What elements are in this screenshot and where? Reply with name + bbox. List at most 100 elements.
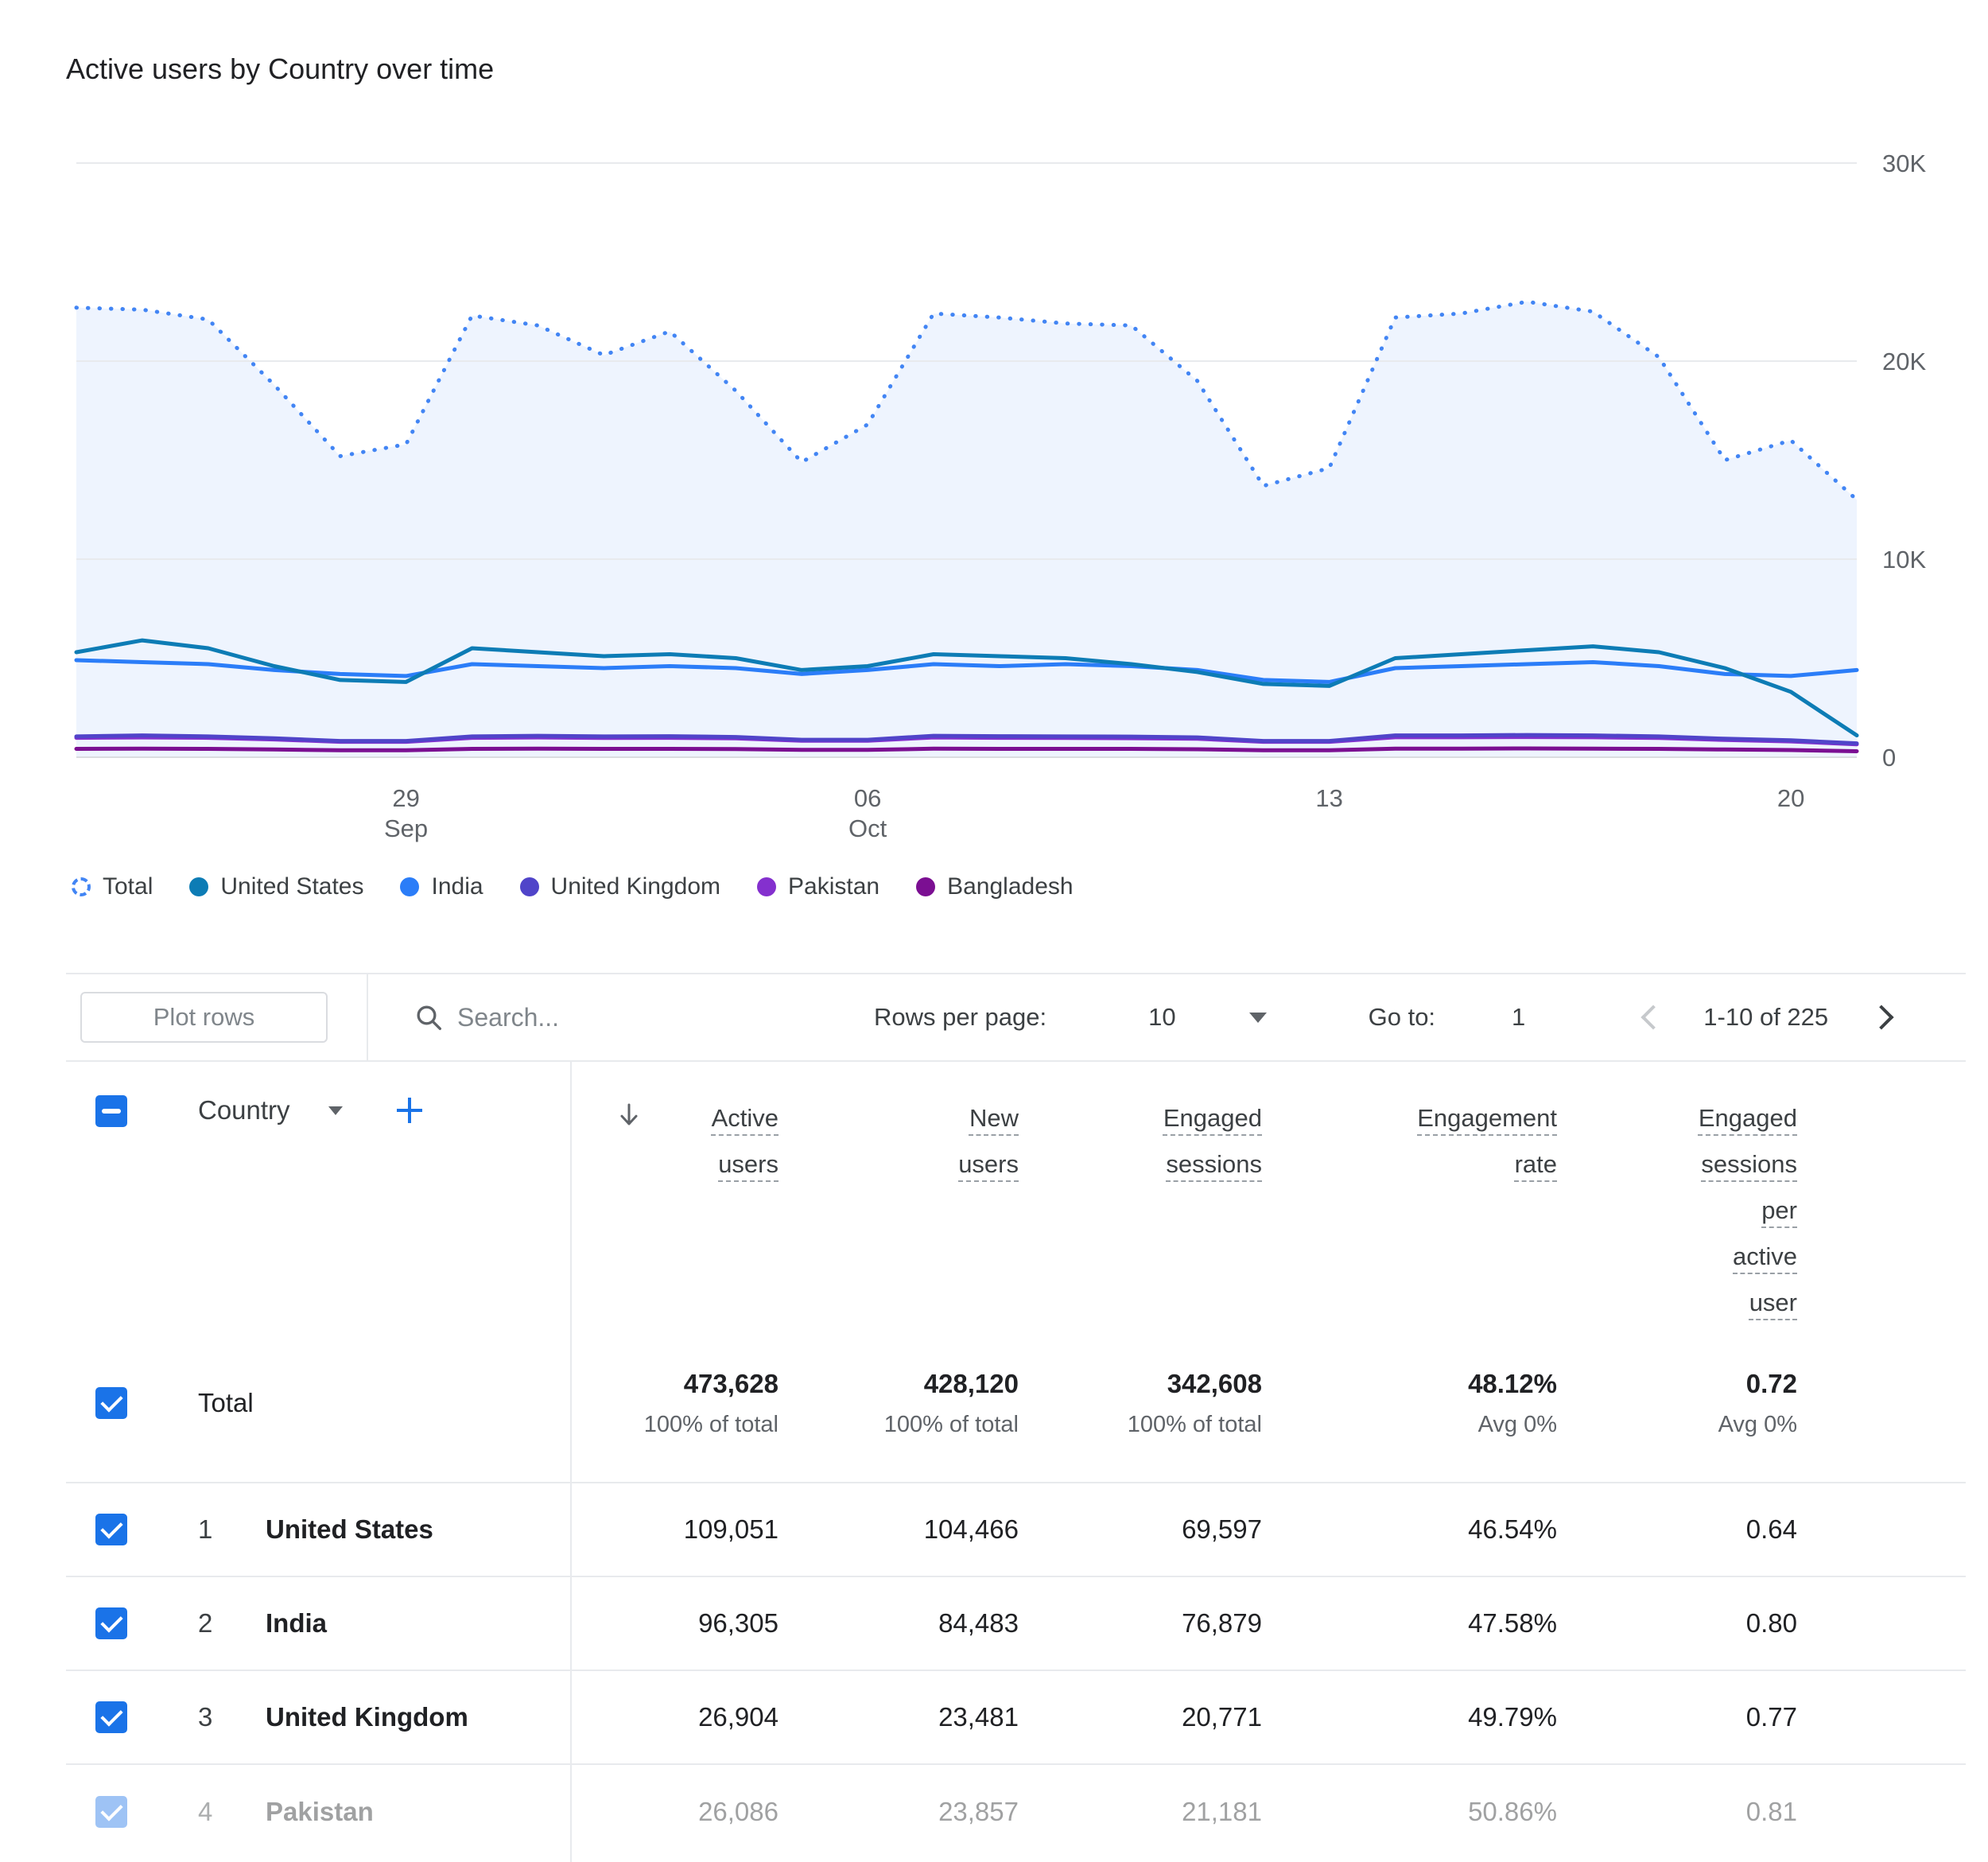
search-input[interactable] [457, 1003, 791, 1032]
cell-engaged-sessions: 21,181 [1019, 1797, 1262, 1827]
table-row-united-kingdom: 3 United Kingdom 26,904 23,481 20,771 49… [66, 1671, 1966, 1765]
cell-active-users: 109,051 [570, 1514, 779, 1545]
legend-item-bangladesh: Bangladesh [916, 873, 1073, 900]
row-number: 3 [161, 1702, 229, 1732]
plot-rows-button[interactable]: Plot rows [80, 992, 328, 1043]
india-series-icon [400, 877, 419, 896]
cell-engaged-sessions: 76,879 [1019, 1608, 1262, 1638]
cell-engaged-sessions-per-active-user: 0.64 [1557, 1514, 1797, 1545]
next-page-icon[interactable] [1870, 1005, 1894, 1029]
country-name: United Kingdom [229, 1702, 570, 1732]
legend-label-united-states: United States [220, 873, 363, 900]
pagination-range: 1-10 of 225 [1703, 1003, 1828, 1032]
svg-text:06: 06 [854, 784, 881, 812]
cell-new-users: 23,481 [779, 1702, 1019, 1732]
add-dimension-icon[interactable] [395, 1096, 424, 1125]
country-name: India [229, 1608, 570, 1638]
chart-legend: Total United States India United Kingdom… [72, 873, 1074, 900]
total-series-icon [72, 877, 91, 896]
go-to-page-input[interactable]: 1 [1512, 1003, 1525, 1032]
country-name: United States [229, 1514, 570, 1545]
table-row-india: 2 India 96,305 84,483 76,879 47.58% 0.80 [66, 1577, 1966, 1671]
cell-engaged-sessions-per-active-user: 0.80 [1557, 1608, 1797, 1638]
svg-text:0: 0 [1882, 744, 1896, 772]
legend-item-pakistan: Pakistan [757, 873, 879, 900]
analytics-report-page: Active users by Country over time 010K20… [0, 0, 1988, 1862]
legend-item-united-kingdom: United Kingdom [520, 873, 720, 900]
svg-text:Oct: Oct [848, 814, 887, 842]
row-checkbox[interactable] [95, 1607, 127, 1639]
cell-new-users: 23,857 [779, 1797, 1019, 1827]
legend-label-total: Total [103, 873, 153, 900]
united-states-series-icon [189, 877, 208, 896]
table-row-pakistan: 4 Pakistan 26,086 23,857 21,181 50.86% 0… [66, 1765, 1966, 1859]
svg-text:30K: 30K [1882, 150, 1926, 177]
cell-engaged-sessions: 69,597 [1019, 1514, 1262, 1545]
row-number: 4 [161, 1797, 229, 1827]
toolbar-divider [367, 974, 368, 1060]
legend-item-india: India [400, 873, 483, 900]
country-dropdown-icon[interactable] [328, 1106, 343, 1115]
legend-item-total: Total [72, 873, 153, 900]
cell-engaged-sessions-per-active-user: 0.77 [1557, 1702, 1797, 1732]
row-checkbox[interactable] [95, 1514, 127, 1545]
table-toolbar: Plot rows Rows per page: 10 Go to: 1 1-1… [66, 973, 1966, 1062]
svg-text:Sep: Sep [384, 814, 428, 842]
total-active-users: 473,628100% of total [570, 1369, 779, 1438]
total-new-users: 428,120100% of total [779, 1369, 1019, 1438]
cell-active-users: 26,904 [570, 1702, 779, 1732]
column-header-engaged-sessions-per-active-user[interactable]: Engaged sessions per active user [1557, 1095, 1797, 1326]
svg-text:20K: 20K [1882, 348, 1926, 375]
total-row-checkbox[interactable] [95, 1387, 127, 1419]
column-header-engaged-sessions[interactable]: Engaged sessions [1019, 1095, 1262, 1188]
page-title: Active users by Country over time [66, 52, 494, 86]
row-checkbox[interactable] [95, 1796, 127, 1828]
country-name: Pakistan [229, 1797, 570, 1827]
rows-per-page-label: Rows per page: [874, 1003, 1046, 1032]
chart-svg: 0 10K 20K 30K 29Sep 06Oct 13 20 [0, 127, 1988, 859]
total-engaged-sessions-per-active-user: 0.72Avg 0% [1557, 1369, 1797, 1438]
search-icon [413, 1001, 445, 1033]
cell-engagement-rate: 50.86% [1262, 1797, 1557, 1827]
bangladesh-series-icon [916, 877, 935, 896]
row-checkbox[interactable] [95, 1701, 127, 1733]
cell-new-users: 104,466 [779, 1514, 1019, 1545]
country-column-header[interactable]: Country [198, 1095, 290, 1125]
column-header-active-users[interactable]: Active users [570, 1095, 779, 1188]
total-engagement-rate: 48.12%Avg 0% [1262, 1369, 1557, 1438]
sort-descending-icon [615, 1100, 643, 1129]
row-number: 2 [161, 1608, 229, 1638]
legend-item-united-states: United States [189, 873, 363, 900]
svg-text:20: 20 [1777, 784, 1804, 812]
svg-text:13: 13 [1315, 784, 1342, 812]
cell-engagement-rate: 46.54% [1262, 1514, 1557, 1545]
rows-per-page-select[interactable]: 10 [1148, 1003, 1175, 1032]
svg-text:29: 29 [392, 784, 419, 812]
total-engaged-sessions: 342,608100% of total [1019, 1369, 1262, 1438]
column-header-engagement-rate[interactable]: Engagement rate [1262, 1095, 1557, 1188]
legend-label-united-kingdom: United Kingdom [551, 873, 720, 900]
svg-text:10K: 10K [1882, 546, 1926, 573]
table-total-row: Total 473,628100% of total 428,120100% o… [66, 1324, 1966, 1483]
row-number: 1 [161, 1514, 229, 1545]
united-kingdom-series-icon [520, 877, 539, 896]
cell-engaged-sessions-per-active-user: 0.81 [1557, 1797, 1797, 1827]
cell-engagement-rate: 47.58% [1262, 1608, 1557, 1638]
cell-active-users: 26,086 [570, 1797, 779, 1827]
legend-label-bangladesh: Bangladesh [947, 873, 1073, 900]
active-users-chart: 0 10K 20K 30K 29Sep 06Oct 13 20 [0, 127, 1988, 859]
cell-engagement-rate: 49.79% [1262, 1702, 1557, 1732]
select-all-checkbox[interactable] [95, 1095, 127, 1127]
previous-page-icon[interactable] [1641, 1005, 1666, 1029]
go-to-label: Go to: [1369, 1003, 1435, 1032]
rows-per-page-caret-icon[interactable] [1249, 1013, 1267, 1023]
legend-label-india: India [431, 873, 483, 900]
cell-active-users: 96,305 [570, 1608, 779, 1638]
total-row-label: Total [198, 1388, 254, 1418]
cell-engaged-sessions: 20,771 [1019, 1702, 1262, 1732]
cell-new-users: 84,483 [779, 1608, 1019, 1638]
table-row-united-states: 1 United States 109,051 104,466 69,597 4… [66, 1483, 1966, 1577]
countries-table: Country Active users New users Engaged s… [66, 1062, 1966, 1862]
pakistan-series-icon [757, 877, 776, 896]
column-header-new-users[interactable]: New users [779, 1095, 1019, 1188]
